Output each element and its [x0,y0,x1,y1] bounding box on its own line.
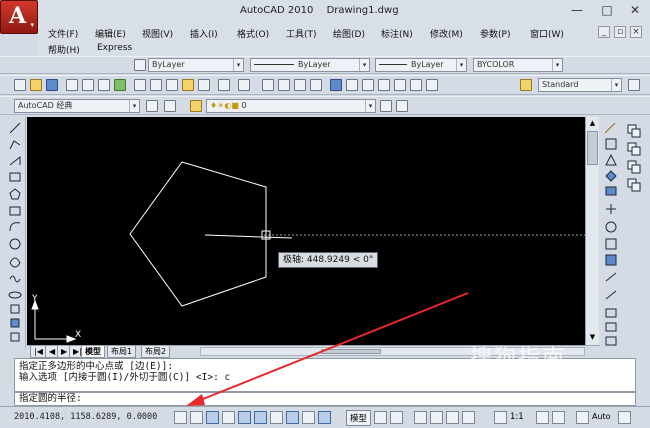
clean-screen-icon[interactable] [618,411,631,424]
autocad-window: AutoCAD 2010 Drawing1.dwg — □ ✕ A ▾ 文件(F… [0,0,650,428]
object-snap-icon[interactable] [254,411,267,424]
dynamic-input-icon[interactable] [318,411,331,424]
object-snap-tracking-icon[interactable] [286,411,299,424]
model-space-button[interactable]: 模型 [346,410,372,426]
workspace-status-label[interactable]: Auto [592,412,611,421]
annotation-scale-value[interactable]: 1:1 [510,412,524,422]
zoom-icon[interactable] [430,411,443,424]
status-bar: 2010.4108, 1158.6289, 0.0000 模型 1:1 Auto [0,406,650,428]
polar-tracking-icon[interactable] [238,411,251,424]
annotation-arrow [186,292,469,406]
ortho-mode-icon[interactable] [222,411,235,424]
quick-view-layouts-icon[interactable] [374,411,387,424]
auto-scale-icon[interactable] [552,411,565,424]
quick-view-drawings-icon[interactable] [390,411,403,424]
grid-display-icon[interactable] [206,411,219,424]
steering-wheel-icon[interactable] [446,411,459,424]
pan-icon[interactable] [414,411,427,424]
dynamic-ucs-icon[interactable] [302,411,315,424]
workspace-switching-icon[interactable] [576,411,589,424]
coordinate-readout: 2010.4108, 1158.6289, 0.0000 [14,412,158,422]
annotation-scale-icon [494,411,507,424]
3d-osnap-icon[interactable] [270,411,283,424]
snap-mode-icon[interactable] [190,411,203,424]
annotation-visibility-icon[interactable] [536,411,549,424]
infer-constraints-icon[interactable] [174,411,187,424]
showmotion-icon[interactable] [462,411,475,424]
